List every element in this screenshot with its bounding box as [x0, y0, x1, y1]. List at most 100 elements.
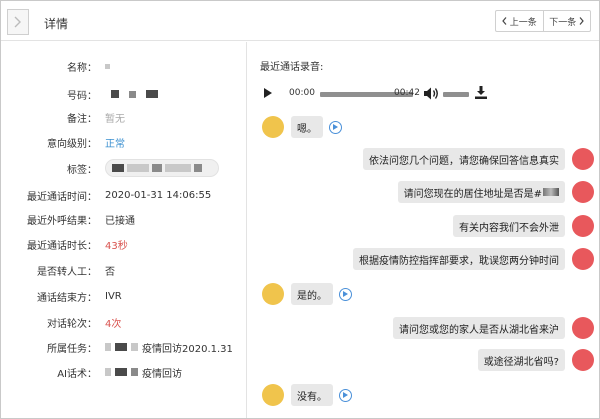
rounds-value: 4次 [105, 318, 122, 330]
task-value: 疫情回访2020.1.31 [142, 343, 233, 355]
phone-label: 号码： [67, 90, 97, 102]
message-bubble: 依法问您几个问题，请您确保回答信息真实 [363, 148, 565, 170]
chevron-left-icon [501, 17, 507, 25]
transfer-label: 是否转人工： [37, 266, 97, 278]
task-value-wrap: 疫情回访2020.1.31 [105, 340, 233, 355]
message-robot: 根据疫情防控指挥部要求，耽误您两分钟时间 [353, 248, 594, 270]
redaction-mark [131, 343, 138, 351]
note-value: 暂无 [105, 113, 125, 125]
message-customer: 是的。 [262, 283, 352, 305]
robot-avatar [572, 181, 594, 203]
prev-label: 上一条 [509, 17, 537, 28]
message-robot: 请问您现在的居住地址是否是# [397, 181, 594, 203]
detail-row-phone: 号码： [1, 86, 247, 102]
ended-by-label: 通话结束方： [37, 292, 97, 304]
message-bubble: 或途径湖北省吗? [477, 349, 565, 371]
detail-row-rounds: 对话轮次： 4次 [1, 314, 247, 330]
ended-by-value: IVR [105, 290, 122, 302]
redaction-mark [127, 164, 149, 172]
phone-value [105, 90, 158, 98]
redaction-mark [105, 368, 111, 376]
message-robot: 依法问您几个问题，请您确保回答信息真实 [363, 148, 594, 170]
customer-avatar [262, 283, 284, 305]
redaction-mark [111, 90, 119, 98]
message-bubble: 根据疫情防控指挥部要求，耽误您两分钟时间 [353, 248, 565, 270]
volume-slider[interactable] [443, 92, 469, 97]
last-duration-label: 最近通话时长： [27, 240, 97, 252]
redaction-mark [112, 164, 124, 172]
tags-label: 标签： [67, 164, 97, 176]
detail-row-tags: 标签： [1, 158, 247, 178]
play-clip-button[interactable] [329, 120, 342, 134]
message-bubble: 请问您或您的家人是否从湖北省来沪 [393, 317, 565, 339]
audio-player: 00:00 00:42 [260, 86, 590, 102]
play-clip-button[interactable] [339, 287, 352, 301]
transfer-value: 否 [105, 266, 115, 278]
last-result-label: 最近外呼结果： [27, 215, 97, 227]
script-value: 疫情回访 [142, 368, 182, 380]
last-call-time-value: 2020-01-31 14:06:55 [105, 189, 212, 201]
robot-avatar [572, 215, 594, 237]
current-time: 00:00 [289, 88, 315, 98]
redaction-mark [105, 63, 110, 69]
script-value-wrap: 疫情回访 [105, 365, 182, 380]
volume-icon[interactable] [424, 87, 440, 100]
intent-label: 意向级别： [47, 138, 97, 150]
robot-avatar [572, 349, 594, 371]
prev-button[interactable]: 上一条 [496, 11, 543, 31]
customer-avatar [262, 116, 284, 138]
detail-row-name: 名称： [1, 58, 247, 74]
detail-window: 详情 上一条 下一条 名称： 号码： 备注： 暂无 意向级别： 正常 标签： 最… [0, 0, 600, 419]
redaction-mark [165, 164, 191, 172]
message-bubble: 没有。 [291, 384, 333, 406]
robot-avatar [572, 148, 594, 170]
message-robot: 请问您或您的家人是否从湖北省来沪 [393, 317, 594, 339]
tag-chip [105, 159, 219, 177]
tags-value [105, 159, 219, 177]
message-bubble: 请问您现在的居住地址是否是# [397, 181, 565, 203]
redaction-mark [194, 164, 202, 172]
last-call-time-label: 最近通话时间： [27, 191, 97, 203]
total-time: 00:42 [394, 88, 420, 98]
detail-row-script: AI话术： 疫情回访 [1, 364, 247, 380]
next-button[interactable]: 下一条 [542, 11, 591, 31]
message-robot: 或途径湖北省吗? [477, 349, 594, 371]
message-bubble: 有关内容我们不会外泄 [453, 215, 565, 237]
page-title: 详情 [44, 17, 69, 31]
detail-row-note: 备注： 暂无 [1, 109, 247, 125]
customer-avatar [262, 384, 284, 406]
play-icon [343, 291, 348, 297]
play-clip-button[interactable] [339, 388, 352, 402]
redaction-mark [152, 164, 162, 172]
conversation-log: 嗯。 依法问您几个问题，请您确保回答信息真实 请问您现在的居住地址是否是# 有关… [253, 111, 599, 418]
name-label: 名称： [67, 62, 97, 74]
redaction-mark [543, 188, 559, 196]
download-icon[interactable] [475, 86, 487, 99]
rounds-label: 对话轮次： [47, 318, 97, 330]
redaction-mark [146, 90, 158, 98]
robot-avatar [572, 248, 594, 270]
redaction-mark [129, 90, 136, 98]
detail-row-last-duration: 最近通话时长： 43秒 [1, 236, 247, 252]
message-bubble: 嗯。 [291, 116, 323, 138]
detail-row-last-result: 最近外呼结果： 已接通 [1, 211, 247, 227]
detail-panel: 名称： 号码： 备注： 暂无 意向级别： 正常 标签： 最近通话时间： 2020… [1, 42, 247, 418]
recording-title: 最近通话录音: [260, 62, 324, 73]
back-button[interactable] [7, 9, 29, 35]
task-label: 所属任务： [47, 343, 97, 355]
message-customer: 嗯。 [262, 116, 342, 138]
play-icon [333, 124, 338, 130]
detail-row-last-call-time: 最近通话时间： 2020-01-31 14:06:55 [1, 187, 247, 203]
play-icon[interactable] [264, 88, 272, 98]
chevron-right-icon [579, 17, 585, 25]
name-value [105, 63, 110, 69]
note-label: 备注： [67, 113, 97, 125]
message-customer: 没有。 [262, 384, 352, 406]
pager: 上一条 下一条 [495, 10, 591, 32]
redaction-mark [115, 368, 127, 376]
last-duration-value: 43秒 [105, 240, 128, 252]
play-icon [343, 392, 348, 398]
message-bubble: 是的。 [291, 283, 333, 305]
message-robot: 有关内容我们不会外泄 [453, 215, 594, 237]
detail-row-intent: 意向级别： 正常 [1, 134, 247, 150]
